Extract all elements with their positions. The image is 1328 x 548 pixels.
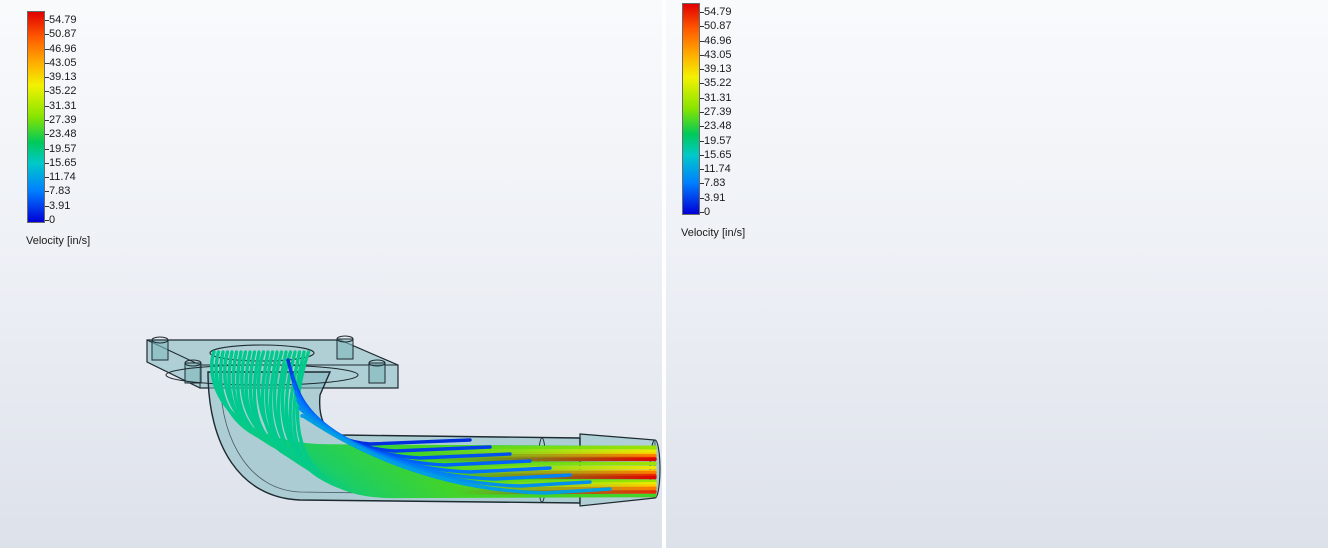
pipe-elbow-part	[146, 335, 661, 507]
viewport-left[interactable]: 54.79 50.87 46.96 43.05 39.13 35.22 31.31 27.39…	[0, 0, 662, 548]
viewport-right[interactable]: 54.79 50.87 46.96 43.05 39.13 35.22 31.31 27.39…	[666, 0, 1328, 548]
flow-lines-model[interactable]	[0, 0, 662, 548]
flow-particles-model[interactable]	[666, 0, 1328, 548]
